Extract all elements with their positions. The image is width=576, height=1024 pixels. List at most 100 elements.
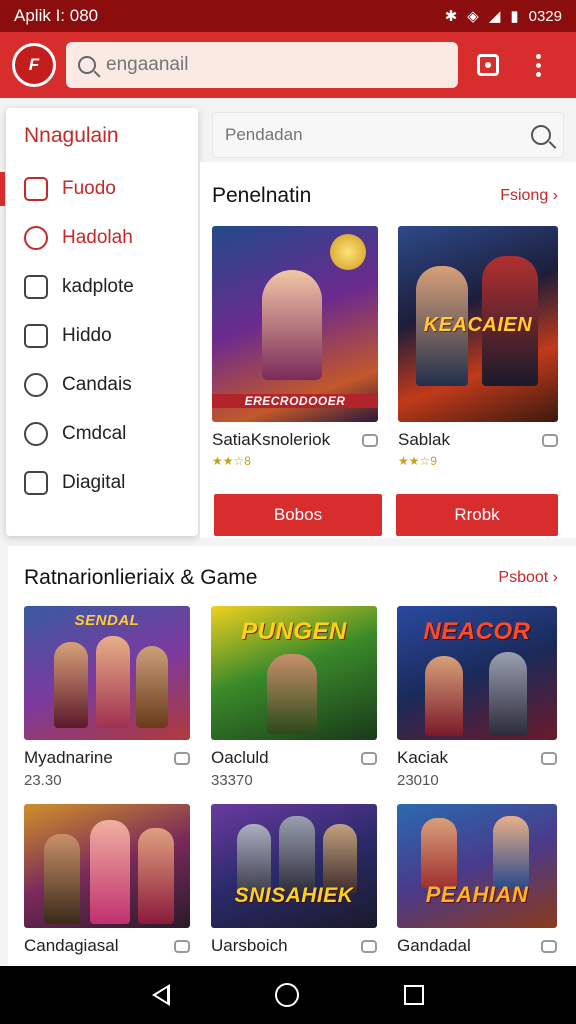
featured-header: Penelnatin Fsiong › bbox=[212, 184, 558, 208]
drawer-title: Nnagulain bbox=[24, 124, 119, 147]
card-title: Gandadal bbox=[397, 936, 471, 955]
signal-icon: ◢ bbox=[488, 8, 501, 25]
cover-title-text: PEAHIAN bbox=[425, 882, 529, 907]
game-card[interactable]: Candagiasal bbox=[24, 804, 190, 956]
comment-icon[interactable] bbox=[174, 751, 190, 765]
drawer-item-1[interactable]: Hadolah bbox=[6, 213, 198, 262]
recent-apps-icon[interactable] bbox=[403, 985, 424, 1005]
home-icon[interactable] bbox=[274, 983, 299, 1007]
drawer-item-label: Fuodo bbox=[62, 177, 116, 199]
top-search-bar[interactable] bbox=[66, 42, 458, 88]
drawer-item-label: Hadolah bbox=[62, 226, 133, 248]
status-icons: ✱ ◈ ◢ ▮ 0329 bbox=[445, 7, 562, 26]
drawer-item-6[interactable]: Diagital bbox=[6, 458, 198, 507]
game-cover-image: PEAHIAN bbox=[397, 804, 557, 928]
featured-card[interactable]: ERECRODOOER SatiaKsnoleriok ★★☆8 bbox=[212, 226, 378, 468]
comment-icon[interactable] bbox=[362, 433, 378, 447]
card-title-row: Gandadal bbox=[397, 936, 557, 956]
drawer-item-label: Candais bbox=[62, 373, 132, 395]
card-title-row: Sablak bbox=[398, 430, 558, 450]
controller-icon bbox=[24, 176, 48, 201]
bag-icon bbox=[477, 54, 499, 76]
game-cover-image: PUNGEN bbox=[211, 606, 377, 740]
drawer-item-0[interactable]: Fuodo bbox=[0, 164, 198, 213]
game-cover-image: NEACOR bbox=[397, 606, 557, 740]
card-title: Myadnarine bbox=[24, 748, 113, 767]
drawer-item-3[interactable]: Hiddo bbox=[6, 311, 198, 360]
comment-icon[interactable] bbox=[361, 751, 377, 765]
card-title-row: Myadnarine bbox=[24, 748, 190, 768]
card-price: 33370 bbox=[211, 772, 253, 789]
drawer-item-label: Diagital bbox=[62, 471, 126, 493]
game-card[interactable]: PEAHIAN Gandadal bbox=[397, 804, 557, 956]
battery-icon: ▮ bbox=[510, 8, 519, 25]
game-card[interactable]: NEACOR Kaciak 23010 bbox=[397, 606, 557, 789]
more-vertical-icon bbox=[535, 53, 541, 77]
search-icon[interactable] bbox=[531, 125, 551, 145]
comment-icon[interactable] bbox=[174, 939, 190, 953]
back-icon[interactable] bbox=[152, 984, 171, 1006]
comment-icon[interactable] bbox=[541, 939, 557, 953]
game-card[interactable]: SENDAL Myadnarine 23.30 bbox=[24, 606, 190, 789]
vibrate-icon: ◈ bbox=[467, 8, 479, 25]
popular-title: Ratnarionlieriaix & Game bbox=[24, 566, 258, 589]
popular-header: Ratnarionlieriaix & Game Psboot › bbox=[24, 566, 558, 590]
secondary-search-bar[interactable] bbox=[212, 112, 564, 158]
search-icon bbox=[78, 56, 96, 74]
card-title-row: Candagiasal bbox=[24, 936, 190, 956]
game-cover-image: SNISAHIEK bbox=[211, 804, 377, 928]
featured-section: Penelnatin Fsiong › ERECRODOOER SatiaKsn… bbox=[200, 162, 576, 538]
drawer-item-5[interactable]: Cmdcal bbox=[6, 409, 198, 458]
chat-bubble-icon bbox=[24, 372, 48, 397]
drawer-item-2[interactable]: kadplote bbox=[6, 262, 198, 311]
card-rating: ★★☆8 bbox=[212, 454, 251, 468]
game-cover-image: KEACAIEN bbox=[398, 226, 558, 422]
magnifier-icon bbox=[24, 421, 48, 446]
system-navigation-bar bbox=[0, 966, 576, 1024]
card-title: Oacluld bbox=[211, 748, 269, 767]
secondary-search-input[interactable] bbox=[225, 125, 505, 145]
cart-button[interactable] bbox=[468, 45, 508, 85]
card-title: SatiaKsnoleriok bbox=[212, 430, 331, 449]
comment-icon[interactable] bbox=[361, 939, 377, 953]
featured-card[interactable]: KEACAIEN Sablak ★★☆9 bbox=[398, 226, 558, 468]
card-rating: ★★☆9 bbox=[398, 454, 437, 468]
card-price: 23010 bbox=[397, 772, 439, 789]
cover-title-text: SENDAL bbox=[74, 612, 140, 629]
card-title-row: Kaciak bbox=[397, 748, 557, 768]
cover-title-text: ERECRODOOER bbox=[212, 394, 378, 408]
status-left-text: Aplik I: 080 bbox=[14, 6, 99, 25]
featured-button-right[interactable]: Rrobk bbox=[396, 494, 558, 536]
popular-see-all-link[interactable]: Psboot › bbox=[498, 569, 558, 587]
game-cover-image: SENDAL bbox=[24, 606, 190, 740]
app-logo[interactable]: F bbox=[12, 43, 56, 87]
drawer-item-label: Hiddo bbox=[62, 324, 112, 346]
status-bar: Aplik I: 080 ✱ ◈ ◢ ▮ 0329 bbox=[0, 0, 576, 32]
top-search-input[interactable] bbox=[106, 54, 406, 76]
download-icon bbox=[24, 274, 48, 299]
card-title-row: SatiaKsnoleriok bbox=[212, 430, 378, 450]
drawer-item-label: Cmdcal bbox=[62, 422, 127, 444]
card-title-row: Uarsboich bbox=[211, 936, 377, 956]
comment-icon[interactable] bbox=[542, 433, 558, 447]
game-card[interactable]: PUNGEN Oacluld 33370 bbox=[211, 606, 377, 789]
game-cover-image: ERECRODOOER bbox=[212, 226, 378, 422]
cover-title-text: KEACAIEN bbox=[423, 314, 533, 336]
cover-title-text: PUNGEN bbox=[241, 618, 347, 645]
calendar-icon bbox=[24, 323, 48, 348]
card-title: Kaciak bbox=[397, 748, 449, 767]
featured-button-left[interactable]: Bobos bbox=[214, 494, 382, 536]
game-cover-image bbox=[24, 804, 190, 928]
card-price: 23.30 bbox=[24, 772, 62, 789]
popular-section: Ratnarionlieriaix & Game Psboot › SENDAL… bbox=[8, 546, 576, 966]
comment-icon[interactable] bbox=[541, 751, 557, 765]
status-time: 0329 bbox=[528, 7, 562, 25]
cover-title-text: SNISAHIEK bbox=[234, 884, 354, 907]
featured-title: Penelnatin bbox=[212, 184, 312, 207]
featured-see-all-link[interactable]: Fsiong › bbox=[500, 187, 558, 205]
game-card[interactable]: SNISAHIEK Uarsboich bbox=[211, 804, 377, 956]
drawer-item-4[interactable]: Candais bbox=[6, 360, 198, 409]
card-title: Sablak bbox=[398, 430, 450, 449]
card-title: Candagiasal bbox=[24, 936, 119, 955]
more-menu-button[interactable] bbox=[518, 45, 558, 85]
